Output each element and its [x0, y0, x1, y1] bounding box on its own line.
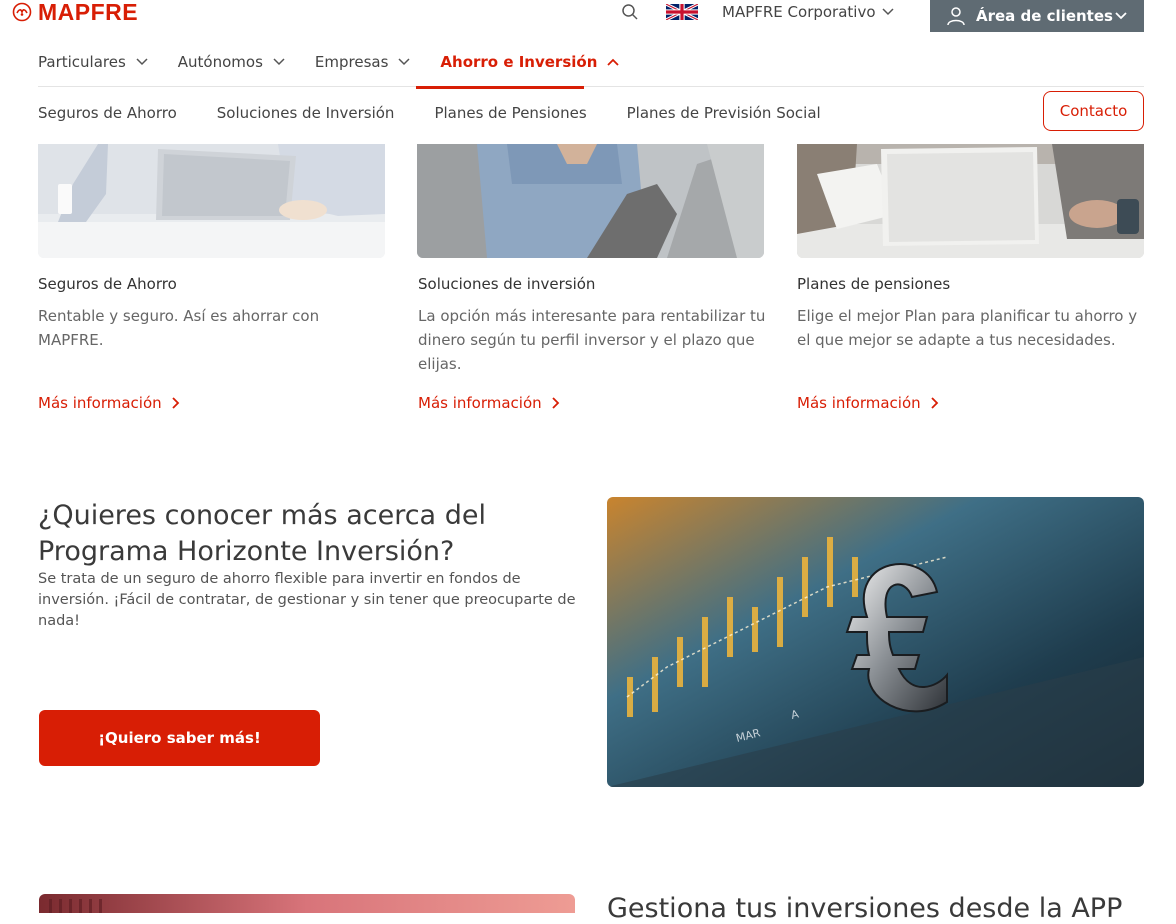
euro-stock-photo: MAR A: [607, 497, 1144, 787]
search-icon[interactable]: [620, 2, 640, 22]
user-icon: [947, 7, 965, 26]
card-image-soluciones-inversion[interactable]: [417, 144, 764, 258]
chevron-down-icon: [136, 58, 148, 66]
chevron-right-icon: [172, 397, 179, 409]
learn-more-button[interactable]: ¡Quiero saber más!: [39, 710, 320, 766]
nav-empresas[interactable]: Empresas: [315, 48, 411, 76]
card-title: Planes de pensiones: [797, 275, 951, 293]
card-more-info-link[interactable]: Más información: [38, 394, 180, 412]
nav-particulares[interactable]: Particulares: [38, 48, 148, 76]
card-title: Soluciones de inversión: [418, 275, 596, 293]
promo-title: ¿Quieres conocer más acerca del Programa…: [38, 500, 486, 567]
subnav-seguros-ahorro[interactable]: Seguros de Ahorro: [38, 102, 177, 124]
card-image-seguros-ahorro[interactable]: [38, 144, 385, 258]
link-label: Más información: [418, 394, 542, 412]
client-area-button[interactable]: Área de clientes: [930, 0, 1144, 32]
card-more-info-link[interactable]: Más información: [418, 394, 560, 412]
card-description: Elige el mejor Plan para planificar tu a…: [797, 307, 1138, 349]
corporate-dropdown[interactable]: MAPFRE Corporativo: [722, 3, 894, 21]
chevron-right-icon: [931, 397, 938, 409]
nav-label: Ahorro e Inversión: [440, 53, 598, 71]
laptop-documents-photo: [797, 144, 1144, 258]
sub-nav: Seguros de Ahorro Soluciones de Inversió…: [38, 102, 861, 124]
nav-ahorro-inversion[interactable]: Ahorro e Inversión: [440, 48, 620, 76]
chevron-down-icon: [1115, 12, 1127, 20]
subnav-planes-pensiones[interactable]: Planes de Pensiones: [434, 102, 586, 124]
card-title: Seguros de Ahorro: [38, 275, 177, 293]
brand-name: MAPFRE: [38, 0, 139, 25]
promo-description: Se trata de un seguro de ahorro flexible…: [38, 571, 576, 629]
chevron-up-icon: [607, 58, 620, 66]
client-area-label: Área de clientes: [976, 7, 1113, 25]
nav-label: Autónomos: [177, 53, 263, 71]
chevron-right-icon: [552, 397, 559, 409]
relaxed-investor-photo: [417, 144, 764, 258]
subnav-soluciones-inversion[interactable]: Soluciones de Inversión: [217, 102, 395, 124]
corporate-label: MAPFRE Corporativo: [722, 3, 876, 21]
nav-autonomos[interactable]: Autónomos: [178, 48, 285, 76]
mapfre-logo[interactable]: MAPFRE: [12, 0, 139, 25]
link-label: Más información: [797, 394, 921, 412]
main-nav: Particulares Autónomos Empresas Ahorro e…: [38, 48, 649, 76]
card-description: Rentable y seguro. Así es ahorrar con MA…: [38, 307, 320, 349]
office-laptop-photo: [38, 144, 385, 258]
uk-flag-icon[interactable]: [666, 4, 698, 20]
nav-label: Particulares: [38, 53, 126, 71]
contact-button[interactable]: Contacto: [1043, 91, 1144, 131]
card-image-planes-pensiones[interactable]: [797, 144, 1144, 258]
mapfre-emblem-icon: [12, 2, 32, 22]
chevron-down-icon: [882, 8, 894, 16]
active-tab-indicator: [416, 86, 584, 89]
subnav-planes-prevision[interactable]: Planes de Previsión Social: [627, 102, 821, 124]
euro-chart-image: MAR A: [607, 497, 1144, 787]
nav-divider: [38, 86, 1144, 87]
card-description: La opción más interesante para rentabili…: [418, 307, 766, 373]
link-label: Más información: [38, 394, 162, 412]
technology-photo: [39, 894, 575, 913]
chevron-down-icon: [398, 58, 410, 66]
app-section-image: [39, 894, 575, 913]
app-section-title: Gestiona tus inversiones desde la APP: [607, 893, 1123, 924]
nav-label: Empresas: [314, 53, 389, 71]
card-more-info-link[interactable]: Más información: [797, 394, 939, 412]
chevron-down-icon: [273, 58, 285, 66]
